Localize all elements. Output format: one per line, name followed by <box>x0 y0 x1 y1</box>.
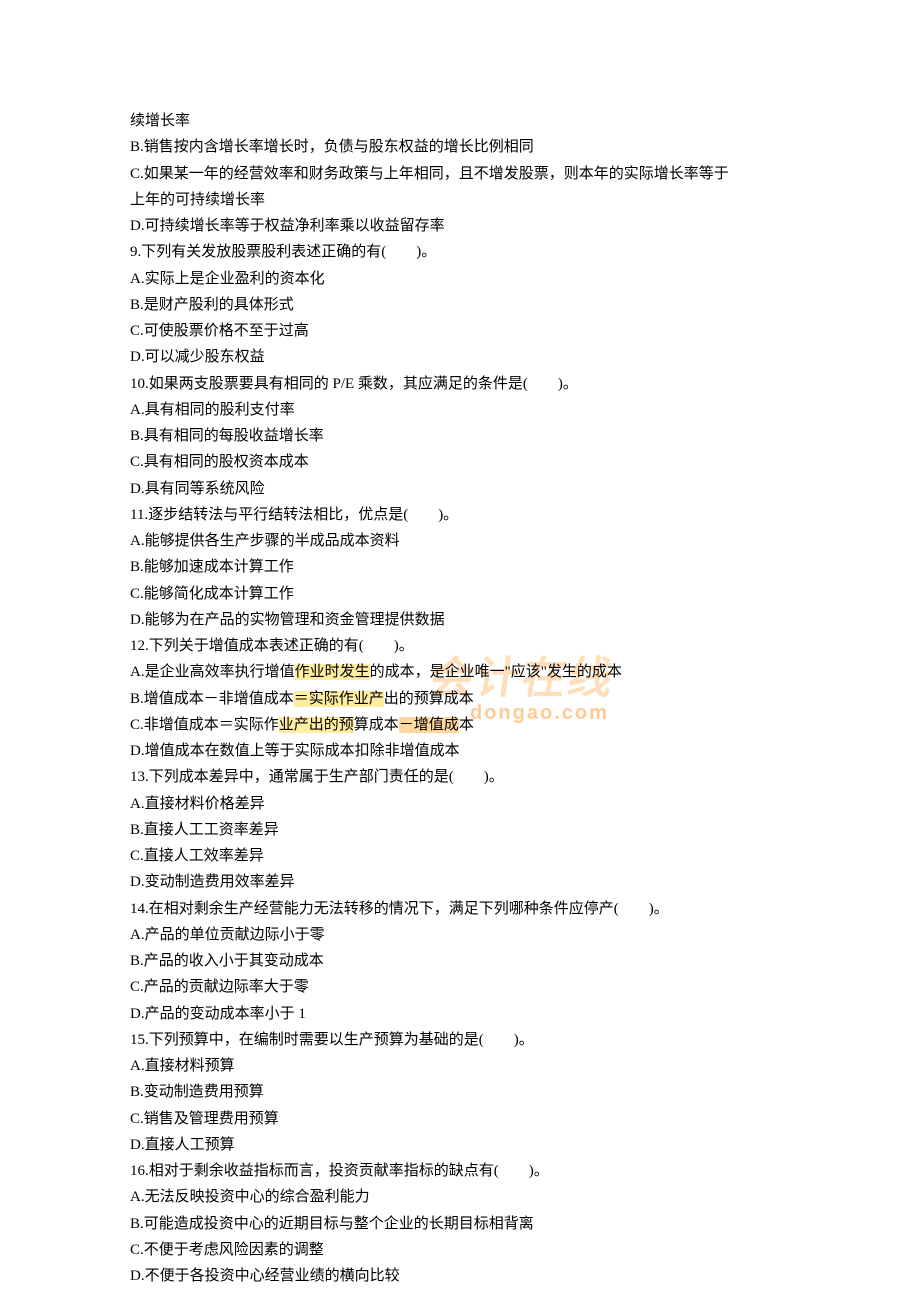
text-line: D.可持续增长率等于权益净利率乘以收益留存率 <box>130 213 920 239</box>
text-line: B.能够加速成本计算工作 <box>130 554 920 580</box>
text-line: C.如果某一年的经营效率和财务政策与上年相同，且不增发股票，则本年的实际增长率等… <box>130 161 920 187</box>
text-line: A.实际上是企业盈利的资本化 <box>130 266 920 292</box>
text-line: C.销售及管理费用预算 <box>130 1106 920 1132</box>
text-line: 10.如果两支股票要具有相同的 P/E 乘数，其应满足的条件是( )。 <box>130 371 920 397</box>
text-line: A.直接材料预算 <box>130 1053 920 1079</box>
text-line: D.具有同等系统风险 <box>130 476 920 502</box>
highlighted-text: ＝实际作业产 <box>294 691 384 707</box>
text-line: A.能够提供各生产步骤的半成品成本资料 <box>130 528 920 554</box>
text-line: C.具有相同的股权资本成本 <box>130 449 920 475</box>
text-line: C.可使股票价格不至于过高 <box>130 318 920 344</box>
text-line: 上年的可持续增长率 <box>130 187 920 213</box>
text-line: A.无法反映投资中心的综合盈利能力 <box>130 1184 920 1210</box>
text-line: D.产品的变动成本率小于 1 <box>130 1001 920 1027</box>
text-line: B.可能造成投资中心的近期目标与整个企业的长期目标相背离 <box>130 1211 920 1237</box>
highlighted-text: 业产出的预 <box>279 717 354 733</box>
text-line: B.增值成本－非增值成本＝实际作业产出的预算成本 <box>130 686 920 712</box>
text-line: 续增长率 <box>130 108 920 134</box>
text-line: A.具有相同的股利支付率 <box>130 397 920 423</box>
text-line: B.具有相同的每股收益增长率 <box>130 423 920 449</box>
text-line: 14.在相对剩余生产经营能力无法转移的情况下，满足下列哪种条件应停产( )。 <box>130 896 920 922</box>
text-line: D.能够为在产品的实物管理和资金管理提供数据 <box>130 607 920 633</box>
text-line: 9.下列有关发放股票股利表述正确的有( )。 <box>130 239 920 265</box>
text-line: B.是财产股利的具体形式 <box>130 292 920 318</box>
text-line: 12.下列关于增值成本表述正确的有( )。 <box>130 633 920 659</box>
text-line: C.非增值成本＝实际作业产出的预算成本－增值成本 <box>130 712 920 738</box>
document-body: 续增长率B.销售按内含增长率增长时，负债与股东权益的增长比例相同C.如果某一年的… <box>130 108 920 1289</box>
text-line: 15.下列预算中，在编制时需要以生产预算为基础的是( )。 <box>130 1027 920 1053</box>
text-line: D.变动制造费用效率差异 <box>130 869 920 895</box>
text-line: C.不便于考虑风险因素的调整 <box>130 1237 920 1263</box>
text-line: D.可以减少股东权益 <box>130 344 920 370</box>
text-line: C.直接人工效率差异 <box>130 843 920 869</box>
highlighted-text: －增值成 <box>399 717 459 733</box>
text-line: B.销售按内含增长率增长时，负债与股东权益的增长比例相同 <box>130 134 920 160</box>
text-line: B.直接人工工资率差异 <box>130 817 920 843</box>
text-line: 16.相对于剩余收益指标而言，投资贡献率指标的缺点有( )。 <box>130 1158 920 1184</box>
text-line: A.直接材料价格差异 <box>130 791 920 817</box>
text-line: D.直接人工预算 <box>130 1132 920 1158</box>
text-line: C.产品的贡献边际率大于零 <box>130 974 920 1000</box>
text-line: A.是企业高效率执行增值作业时发生的成本，是企业唯一"应该"发生的成本 <box>130 659 920 685</box>
text-line: D.增值成本在数值上等于实际成本扣除非增值成本 <box>130 738 920 764</box>
text-line: 13.下列成本差异中，通常属于生产部门责任的是( )。 <box>130 764 920 790</box>
highlighted-text: 作业时发生 <box>295 664 370 680</box>
text-line: B.产品的收入小于其变动成本 <box>130 948 920 974</box>
text-line: D.不便于各投资中心经营业绩的横向比较 <box>130 1263 920 1289</box>
text-line: B.变动制造费用预算 <box>130 1079 920 1105</box>
text-line: C.能够简化成本计算工作 <box>130 581 920 607</box>
text-line: 11.逐步结转法与平行结转法相比，优点是( )。 <box>130 502 920 528</box>
text-line: A.产品的单位贡献边际小于零 <box>130 922 920 948</box>
